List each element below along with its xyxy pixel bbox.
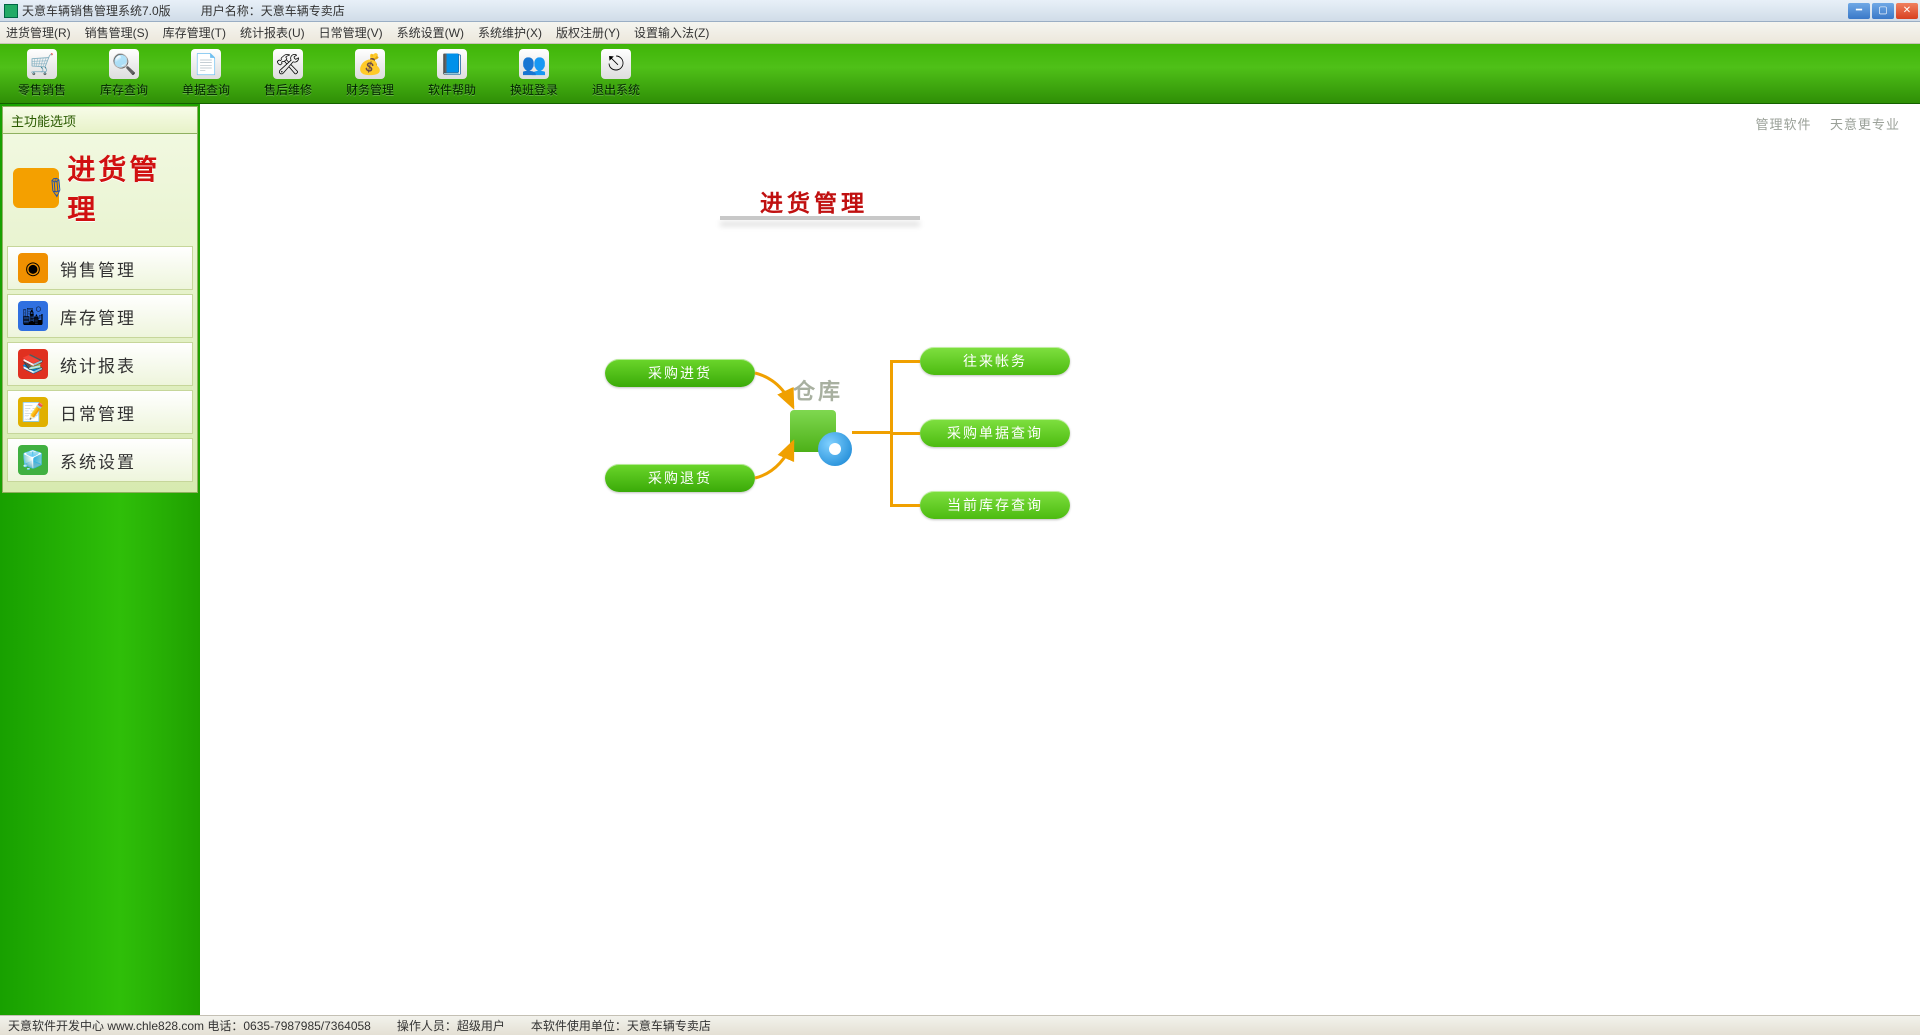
connector-main [852, 431, 890, 434]
sidebar-item-sales[interactable]: ◉销售管理 [7, 246, 193, 290]
sidebar-heading: 进货管理 [7, 140, 193, 242]
sidebar-heading-label: 进货管理 [67, 148, 187, 228]
user-switch-icon: 👥 [519, 49, 549, 79]
arrow-in [755, 369, 815, 429]
window-user: 用户名称：天意车辆专卖店 [201, 2, 345, 19]
pill-purchase-in[interactable]: 采购进货 [605, 359, 755, 387]
note-icon: 📝 [18, 397, 48, 427]
toolbar: 🛒零售销售 🔍库存查询 📄单据查询 🛠售后维修 💰财务管理 📘软件帮助 👥换班登… [0, 44, 1920, 104]
tool-switch-user[interactable]: 👥换班登录 [506, 49, 562, 98]
statusbar: 天意软件开发中心 www.chle828.com 电话：0635-7987985… [0, 1015, 1920, 1035]
tool-finance[interactable]: 💰财务管理 [342, 49, 398, 98]
flow-title: 进货管理 [760, 184, 868, 218]
connector-top [890, 360, 920, 363]
sidebar: 主功能选项 进货管理 ◉销售管理 🏙库存管理 📚统计报表 📝日常管理 🧊系统设置 [0, 104, 200, 1015]
titlebar: 天意车辆销售管理系统7.0版 用户名称：天意车辆专卖店 ━ ▢ ✕ [0, 0, 1920, 22]
menu-daily[interactable]: 日常管理(V) [319, 24, 383, 41]
sidebar-item-daily[interactable]: 📝日常管理 [7, 390, 193, 434]
tool-after-service[interactable]: 🛠售后维修 [260, 49, 316, 98]
status-operator: 操作人员：超级用户 [397, 1017, 505, 1034]
purchase-heading-icon [13, 168, 59, 208]
minimize-button[interactable]: ━ [1848, 3, 1870, 19]
sidebar-tab[interactable]: 主功能选项 [2, 106, 198, 134]
menu-report[interactable]: 统计报表(U) [240, 24, 305, 41]
main-area: 管理软件 天意更专业 进货管理 采购进货 采购退货 仓库 往来帐务 采购单据查询… [200, 104, 1920, 1015]
tool-retail[interactable]: 🛒零售销售 [14, 49, 70, 98]
connector-mid [890, 432, 920, 435]
tools-icon: 🛠 [273, 49, 303, 79]
brand-text: 管理软件 天意更专业 [1756, 114, 1900, 133]
menu-ime[interactable]: 设置输入法(Z) [634, 24, 709, 41]
buildings-icon: 🏙 [18, 301, 48, 331]
status-dev: 天意软件开发中心 www.chle828.com 电话：0635-7987985… [8, 1017, 371, 1034]
menubar: 进货管理(R) 销售管理(S) 库存管理(T) 统计报表(U) 日常管理(V) … [0, 22, 1920, 44]
flow-title-underline [720, 216, 920, 220]
help-icon: 📘 [437, 49, 467, 79]
arrow-return [755, 434, 815, 489]
menu-sales[interactable]: 销售管理(S) [85, 24, 149, 41]
tool-order-query[interactable]: 📄单据查询 [178, 49, 234, 98]
exit-icon: ⎋ [601, 49, 631, 79]
pill-purchase-return[interactable]: 采购退货 [605, 464, 755, 492]
menu-maintain[interactable]: 系统维护(X) [478, 24, 542, 41]
connector-bot [890, 504, 920, 507]
tool-exit[interactable]: ⎋退出系统 [588, 49, 644, 98]
close-button[interactable]: ✕ [1896, 3, 1918, 19]
pie-icon: ◉ [18, 253, 48, 283]
money-icon: 💰 [355, 49, 385, 79]
status-unit: 本软件使用单位：天意车辆专卖店 [531, 1017, 711, 1034]
tool-help[interactable]: 📘软件帮助 [424, 49, 480, 98]
pill-accounts[interactable]: 往来帐务 [920, 347, 1070, 375]
sidebar-panel: 进货管理 ◉销售管理 🏙库存管理 📚统计报表 📝日常管理 🧊系统设置 [2, 134, 198, 493]
cart-icon: 🛒 [27, 49, 57, 79]
window-title: 天意车辆销售管理系统7.0版 [22, 2, 171, 19]
pill-stock-query[interactable]: 当前库存查询 [920, 491, 1070, 519]
app-icon [4, 4, 18, 18]
books-icon: 📚 [18, 349, 48, 379]
tool-stock-query[interactable]: 🔍库存查询 [96, 49, 152, 98]
sidebar-item-report[interactable]: 📚统计报表 [7, 342, 193, 386]
magnifier-icon: 🔍 [109, 49, 139, 79]
maximize-button[interactable]: ▢ [1872, 3, 1894, 19]
menu-settings[interactable]: 系统设置(W) [397, 24, 464, 41]
blocks-icon: 🧊 [18, 445, 48, 475]
sidebar-item-settings[interactable]: 🧊系统设置 [7, 438, 193, 482]
menu-purchase[interactable]: 进货管理(R) [6, 24, 71, 41]
sidebar-item-stock[interactable]: 🏙库存管理 [7, 294, 193, 338]
document-icon: 📄 [191, 49, 221, 79]
pill-order-query[interactable]: 采购单据查询 [920, 419, 1070, 447]
menu-stock[interactable]: 库存管理(T) [163, 24, 226, 41]
menu-register[interactable]: 版权注册(Y) [556, 24, 620, 41]
